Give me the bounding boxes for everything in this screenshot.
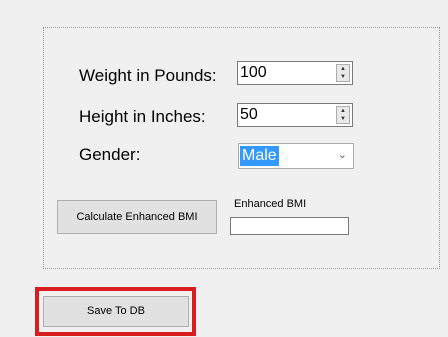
gender-dropdown[interactable]: Male ⌄	[238, 143, 354, 169]
height-spin-buttons[interactable]: ▲ ▼	[336, 106, 350, 124]
enhanced-bmi-field[interactable]	[230, 217, 349, 235]
height-label: Height in Inches:	[79, 107, 206, 126]
height-stepper[interactable]: 50 ▲ ▼	[237, 103, 353, 127]
gender-selected-value: Male	[240, 146, 279, 166]
weight-value: 100	[240, 64, 267, 81]
form-window: Weight in Pounds: 100 ▲ ▼ Height in Inch…	[0, 0, 448, 337]
height-value: 50	[240, 106, 258, 123]
spin-down-icon[interactable]: ▼	[337, 115, 349, 123]
calculate-bmi-button[interactable]: Calculate Enhanced BMI	[57, 200, 217, 234]
chevron-down-icon[interactable]: ⌄	[338, 148, 347, 161]
gender-label: Gender:	[79, 145, 141, 164]
spin-up-icon[interactable]: ▲	[337, 107, 349, 115]
weight-spin-buttons[interactable]: ▲ ▼	[336, 64, 350, 82]
spin-up-icon[interactable]: ▲	[337, 65, 349, 73]
enhanced-bmi-label: Enhanced BMI	[234, 198, 307, 210]
save-to-db-button[interactable]: Save To DB	[43, 296, 189, 327]
spin-down-icon[interactable]: ▼	[337, 73, 349, 81]
weight-stepper[interactable]: 100 ▲ ▼	[237, 61, 353, 85]
weight-label: Weight in Pounds:	[79, 66, 217, 85]
